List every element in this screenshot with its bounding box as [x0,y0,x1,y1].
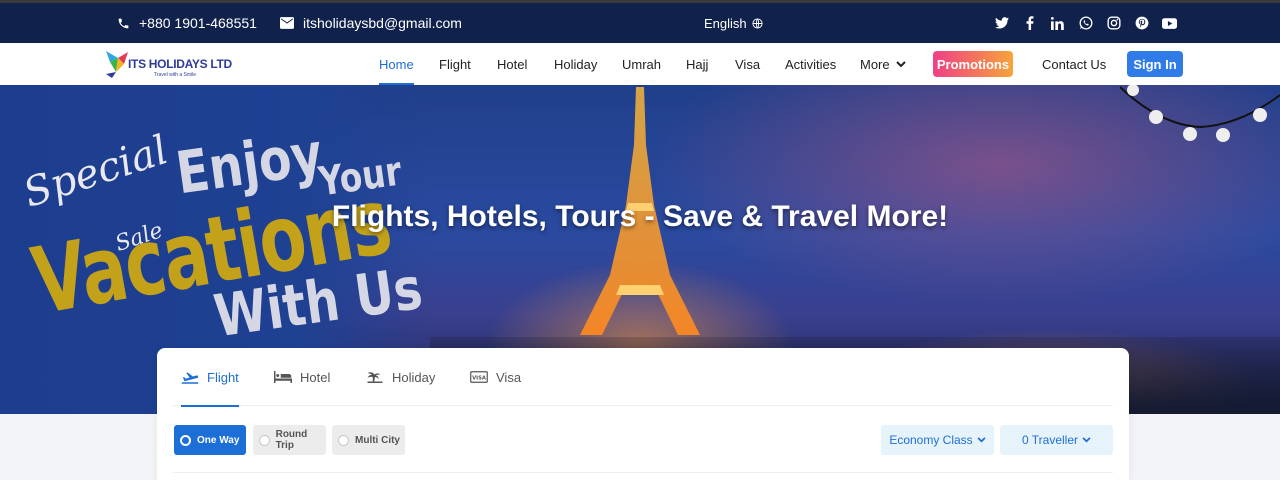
trip-one-way-radio[interactable]: One Way [174,425,246,455]
nav-hotel[interactable]: Hotel [497,43,527,85]
main-navigation: ITS HOLIDAYS LTD Travel with a Smile Hom… [0,43,1280,85]
nav-hajj[interactable]: Hajj [686,43,708,85]
traveller-value: 0 Traveller [1021,433,1079,447]
trip-one-way-label: One Way [197,434,240,446]
company-logo[interactable]: ITS HOLIDAYS LTD Travel with a Smile [104,48,232,80]
logo-title: ITS HOLIDAYS LTD [128,57,232,71]
search-tabs: Flight Hotel Holiday VISA Visa [173,348,1113,407]
facebook-icon[interactable] [1022,16,1037,31]
search-card: Flight Hotel Holiday VISA Visa One Way R… [157,348,1129,480]
linkedin-icon[interactable] [1050,16,1065,31]
string-lights-decoration [1120,85,1280,142]
logo-tagline: Travel with a Smile [154,72,197,78]
pinterest-icon[interactable] [1134,16,1149,31]
hero-title: Flights, Hotels, Tours - Save & Travel M… [331,200,949,233]
phone-icon [118,18,129,28]
radio-unchecked-icon [338,434,349,446]
nav-contact-us[interactable]: Contact Us [1042,43,1106,85]
chevron-down-icon [895,60,906,67]
chevron-down-icon [977,437,986,443]
sign-in-button[interactable]: Sign In [1127,51,1183,77]
nav-activities[interactable]: Activities [785,43,836,85]
phone-contact[interactable]: +880 1901-468551 [117,3,257,43]
top-contact-bar: +880 1901-468551 itsholidaysbd@gmail.com… [0,0,1280,43]
trip-round-trip-label: Round Trip [275,429,308,451]
globe-icon [752,17,763,29]
bed-icon [274,371,292,383]
trip-round-trip-radio[interactable]: Round Trip [253,425,326,455]
instagram-icon[interactable] [1106,16,1121,31]
divider [173,472,1113,473]
palm-island-icon [367,372,383,383]
svg-text:VISA: VISA [472,375,487,381]
cabin-class-select[interactable]: Economy Class [881,425,994,455]
airplane-icon [181,372,199,384]
tab-flight[interactable]: Flight [181,348,239,407]
nav-holiday[interactable]: Holiday [554,43,597,85]
cabin-class-value: Economy Class [889,433,973,447]
tab-visa-label: Visa [496,369,522,385]
twitter-icon[interactable] [994,16,1009,31]
email-contact[interactable]: itsholidaysbd@gmail.com [280,3,462,43]
nav-umrah[interactable]: Umrah [622,43,661,85]
envelope-icon [280,17,294,29]
email-address: itsholidaysbd@gmail.com [303,15,462,31]
nav-more-label: More [860,56,890,72]
language-label: English [704,15,747,31]
promotions-button[interactable]: Promotions [933,51,1013,77]
traveller-select[interactable]: 0 Traveller [1000,425,1113,455]
tab-holiday[interactable]: Holiday [366,348,435,406]
chevron-down-icon [1082,437,1091,443]
trip-multi-city-radio[interactable]: Multi City [332,425,405,455]
nav-flight[interactable]: Flight [439,43,471,85]
tab-hotel[interactable]: Hotel [274,348,330,406]
whatsapp-icon[interactable] [1078,16,1093,31]
tab-hotel-label: Hotel [300,369,331,385]
tab-flight-label: Flight [207,369,239,385]
social-links [994,3,1177,43]
nav-visa[interactable]: Visa [735,43,760,85]
visa-card-icon: VISA [470,371,488,383]
tab-holiday-label: Holiday [392,369,436,385]
nav-home[interactable]: Home [379,43,414,85]
radio-unchecked-icon [259,434,270,446]
radio-checked-icon [180,434,191,446]
youtube-icon[interactable] [1162,16,1177,31]
phone-number: +880 1901-468551 [139,15,257,31]
language-selector[interactable]: English [704,3,763,43]
nav-more[interactable]: More [860,43,906,85]
trip-multi-city-label: Multi City [355,434,400,446]
tab-visa[interactable]: VISA Visa [470,348,521,406]
